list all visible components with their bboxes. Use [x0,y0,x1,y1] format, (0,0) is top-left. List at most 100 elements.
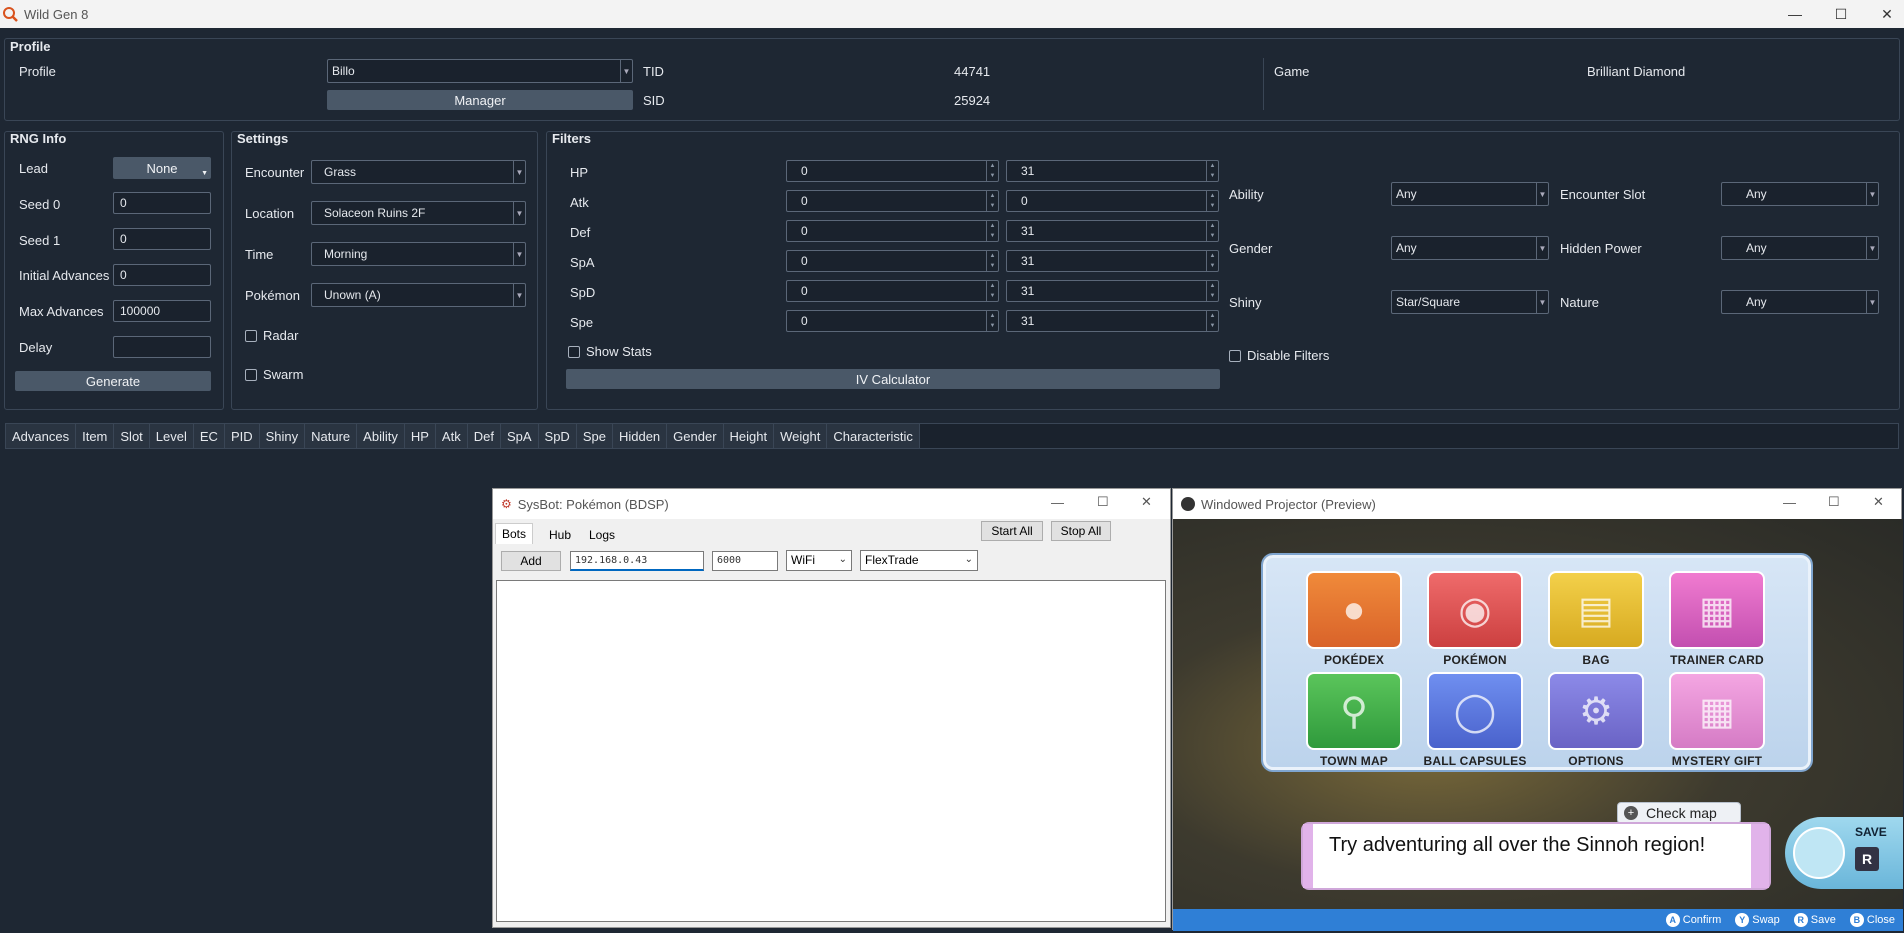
column-header[interactable]: EC [193,424,225,448]
delay-input[interactable] [113,336,211,358]
gender-combo[interactable]: Any ▼ [1391,236,1549,260]
maximize-button[interactable]: ☐ [1097,494,1109,510]
minimize-button[interactable]: — [1772,0,1818,28]
max-advances-input[interactable]: 100000 [113,300,211,322]
profile-combo[interactable]: Billo ▼ [327,59,633,83]
time-combo[interactable]: Morning ▼ [311,242,526,266]
column-header[interactable]: Spe [576,424,613,448]
spin-arrows-icon[interactable]: ▲ ▼ [1206,161,1218,181]
disable-filters-checkbox[interactable]: Disable Filters [1229,348,1329,363]
spin-arrows-icon[interactable]: ▲ ▼ [1206,251,1218,271]
column-header[interactable]: Height [723,424,775,448]
iv-min-spinbox[interactable]: 0 ▲ ▼ [786,310,999,332]
dialog-text: Try adventuring all over the Sinnoh regi… [1329,834,1706,856]
menu-tile-icon[interactable]: ▦ [1669,571,1765,649]
spin-arrows-icon[interactable]: ▲ ▼ [1206,191,1218,211]
column-header[interactable]: Item [76,424,115,448]
column-header[interactable]: Advances [6,424,77,448]
maximize-button[interactable]: ☐ [1828,494,1840,510]
spin-arrows-icon[interactable]: ▲ ▼ [986,221,998,241]
show-stats-checkbox[interactable]: Show Stats [568,344,652,359]
encounter-slot-combo[interactable]: Any ▼ [1721,182,1879,206]
menu-tile-icon[interactable]: ◯ [1427,672,1523,750]
swarm-checkbox[interactable]: Swarm [245,367,303,382]
iv-calculator-button[interactable]: IV Calculator [566,369,1220,389]
column-header[interactable]: Shiny [259,424,306,448]
checkbox-box [245,368,257,381]
pokemon-combo[interactable]: Unown (A) ▼ [311,283,526,307]
iv-min-spinbox[interactable]: 0 ▲ ▼ [786,250,999,272]
iv-max-spinbox[interactable]: 31 ▲ ▼ [1006,310,1219,332]
menu-tile-icon[interactable]: ▦ [1669,672,1765,750]
column-header[interactable]: Atk [435,424,468,448]
protocol-value: WiFi [791,553,815,567]
add-button[interactable]: Add [501,551,561,571]
menu-tile-icon[interactable]: ● [1306,571,1402,649]
close-button[interactable]: ✕ [1141,494,1152,510]
tab-bots[interactable]: Bots [495,523,534,544]
iv-max-spinbox[interactable]: 0 ▲ ▼ [1006,190,1219,212]
spin-arrows-icon[interactable]: ▲ ▼ [986,281,998,301]
column-header[interactable]: Ability [357,424,405,448]
column-header[interactable]: Nature [305,424,358,448]
shiny-combo[interactable]: Star/Square ▼ [1391,290,1549,314]
spin-arrows-icon[interactable]: ▲ ▼ [1206,311,1218,331]
minimize-button[interactable]: — [1783,495,1796,510]
column-header[interactable]: PID [224,424,260,448]
maximize-button[interactable]: ☐ [1818,0,1864,28]
spin-arrows-icon[interactable]: ▲ ▼ [1206,281,1218,301]
column-header[interactable]: Weight [774,424,828,448]
tab-hub[interactable]: Hub [543,525,577,545]
save-disc-icon [1793,827,1845,879]
column-header[interactable]: Gender [667,424,724,448]
column-header[interactable]: Hidden [612,424,668,448]
column-header[interactable]: SpA [500,424,539,448]
seed0-input[interactable]: 0 [113,192,211,214]
ip-input[interactable]: 192.168.0.43 [570,551,704,571]
protocol-select[interactable]: WiFi ⌄ [786,550,852,571]
spin-arrows-icon[interactable]: ▲ ▼ [1206,221,1218,241]
iv-min-spinbox[interactable]: 0 ▲ ▼ [786,280,999,302]
location-combo[interactable]: Solaceon Ruins 2F ▼ [311,201,526,225]
iv-max-spinbox[interactable]: 31 ▲ ▼ [1006,280,1219,302]
iv-min-spinbox[interactable]: 0 ▲ ▼ [786,190,999,212]
column-header[interactable]: Level [149,424,194,448]
column-header[interactable]: HP [404,424,436,448]
start-all-button[interactable]: Start All [981,521,1043,541]
minimize-button[interactable]: — [1051,495,1064,510]
spin-arrows-icon[interactable]: ▲ ▼ [986,311,998,331]
hidden-power-combo[interactable]: Any ▼ [1721,236,1879,260]
lead-dropdown[interactable]: None ▼ [113,157,211,179]
port-input[interactable]: 6000 [712,551,778,571]
column-header[interactable]: Slot [114,424,150,448]
bots-list[interactable] [496,580,1166,922]
iv-min-spinbox[interactable]: 0 ▲ ▼ [786,160,999,182]
menu-tile-icon[interactable]: ▤ [1548,571,1644,649]
close-button[interactable]: ✕ [1873,494,1884,510]
iv-max-spinbox[interactable]: 31 ▲ ▼ [1006,250,1219,272]
initial-advances-input[interactable]: 0 [113,264,211,286]
stop-all-button[interactable]: Stop All [1051,521,1111,541]
menu-tile-icon[interactable]: ⚲ [1306,672,1402,750]
ability-combo[interactable]: Any ▼ [1391,182,1549,206]
radar-checkbox[interactable]: Radar [245,328,298,343]
tab-logs[interactable]: Logs [583,525,621,545]
encounter-combo[interactable]: Grass ▼ [311,160,526,184]
iv-min-spinbox[interactable]: 0 ▲ ▼ [786,220,999,242]
generate-button[interactable]: Generate [15,371,211,391]
column-header[interactable]: Def [467,424,501,448]
close-button[interactable]: ✕ [1864,0,1904,28]
routine-select[interactable]: FlexTrade ⌄ [860,550,978,571]
seed1-input[interactable]: 0 [113,228,211,250]
column-header[interactable]: Characteristic [827,424,920,448]
manager-button[interactable]: Manager [327,90,633,110]
iv-max-spinbox[interactable]: 31 ▲ ▼ [1006,220,1219,242]
spin-arrows-icon[interactable]: ▲ ▼ [986,191,998,211]
spin-arrows-icon[interactable]: ▲ ▼ [986,161,998,181]
spin-arrows-icon[interactable]: ▲ ▼ [986,251,998,271]
column-header[interactable]: SpD [538,424,577,448]
nature-combo[interactable]: Any ▼ [1721,290,1879,314]
iv-max-spinbox[interactable]: 31 ▲ ▼ [1006,160,1219,182]
menu-tile-icon[interactable]: ⚙ [1548,672,1644,750]
menu-tile-icon[interactable]: ◉ [1427,571,1523,649]
